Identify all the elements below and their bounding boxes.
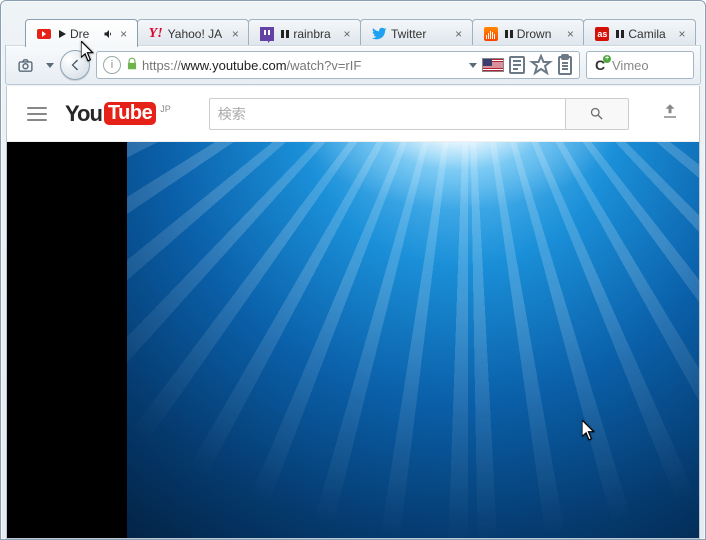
tab-title: rainbra bbox=[293, 27, 340, 41]
clipboard-icon[interactable] bbox=[553, 54, 577, 76]
yahoo-icon: Y! bbox=[148, 26, 164, 42]
tab-strip: Dre × Y! Yahoo! JA × rainbra × Twitter × bbox=[25, 17, 695, 47]
sunrays-effect bbox=[127, 142, 699, 538]
chevron-down-icon[interactable] bbox=[469, 63, 477, 68]
video-frame[interactable] bbox=[127, 142, 699, 538]
close-icon[interactable]: × bbox=[452, 27, 466, 41]
url-prefix: https:// bbox=[142, 58, 181, 73]
youtube-search bbox=[209, 98, 629, 130]
close-icon[interactable]: × bbox=[563, 27, 577, 41]
menu-icon[interactable] bbox=[27, 107, 47, 121]
youtube-icon bbox=[36, 26, 52, 42]
close-icon[interactable]: × bbox=[228, 27, 242, 41]
search-engine-icon[interactable]: C+ bbox=[591, 56, 609, 74]
upload-button[interactable] bbox=[661, 102, 679, 125]
tab-title: Twitter bbox=[391, 27, 452, 41]
close-icon[interactable]: × bbox=[675, 27, 689, 41]
pause-icon bbox=[614, 28, 626, 40]
lastfm-icon: as bbox=[594, 26, 610, 42]
youtube-header: You Tube JP bbox=[7, 86, 699, 142]
search-input[interactable] bbox=[209, 98, 565, 130]
browser-window: Dre × Y! Yahoo! JA × rainbra × Twitter × bbox=[0, 0, 706, 540]
url-bar[interactable]: i https://www.youtube.com/watch?v=rIF bbox=[96, 51, 580, 79]
tab-youtube[interactable]: Dre × bbox=[25, 19, 138, 47]
play-icon bbox=[56, 28, 68, 40]
logo-region: JP bbox=[160, 104, 171, 114]
search-placeholder: Vimeo bbox=[612, 58, 649, 73]
tab-lastfm[interactable]: as Camila × bbox=[583, 19, 696, 47]
tab-twitch[interactable]: rainbra × bbox=[248, 19, 361, 47]
bookmark-star-icon[interactable] bbox=[529, 54, 553, 76]
tab-title: Camila bbox=[628, 27, 675, 41]
tab-soundcloud[interactable]: Drown × bbox=[472, 19, 585, 47]
close-icon[interactable]: × bbox=[117, 27, 131, 41]
flag-us-icon[interactable] bbox=[481, 54, 505, 76]
navigation-toolbar: i https://www.youtube.com/watch?v=rIF C+ bbox=[5, 45, 701, 85]
tab-title: Yahoo! JA bbox=[168, 27, 229, 41]
logo-tube: Tube bbox=[104, 102, 156, 125]
screenshot-extension-button[interactable] bbox=[12, 52, 38, 78]
reader-mode-icon[interactable] bbox=[505, 54, 529, 76]
url-suffix: /watch?v=rIF bbox=[287, 58, 362, 73]
back-button[interactable] bbox=[60, 50, 90, 80]
tab-yahoo[interactable]: Y! Yahoo! JA × bbox=[137, 19, 250, 47]
search-button[interactable] bbox=[565, 98, 629, 130]
tab-title: Drown bbox=[517, 27, 564, 41]
page-content: You Tube JP bbox=[6, 86, 700, 539]
twitter-icon bbox=[371, 26, 387, 42]
pause-icon bbox=[279, 28, 291, 40]
audio-icon[interactable] bbox=[103, 28, 115, 40]
twitch-icon bbox=[259, 26, 275, 42]
url-text: https://www.youtube.com/watch?v=rIF bbox=[142, 58, 465, 73]
video-player-area[interactable] bbox=[7, 142, 699, 538]
youtube-logo[interactable]: You Tube JP bbox=[65, 101, 171, 127]
tab-title: Dre bbox=[70, 27, 103, 41]
chevron-down-icon[interactable] bbox=[46, 63, 54, 68]
lock-icon bbox=[125, 57, 139, 74]
tab-twitter[interactable]: Twitter × bbox=[360, 19, 473, 47]
logo-you: You bbox=[65, 101, 102, 127]
video-letterbox bbox=[7, 142, 127, 538]
site-info-icon[interactable]: i bbox=[103, 56, 121, 74]
url-host: www.youtube.com bbox=[181, 58, 287, 73]
pause-icon bbox=[503, 28, 515, 40]
close-icon[interactable]: × bbox=[340, 27, 354, 41]
search-bar[interactable]: C+ Vimeo bbox=[586, 51, 694, 79]
soundcloud-icon bbox=[483, 26, 499, 42]
